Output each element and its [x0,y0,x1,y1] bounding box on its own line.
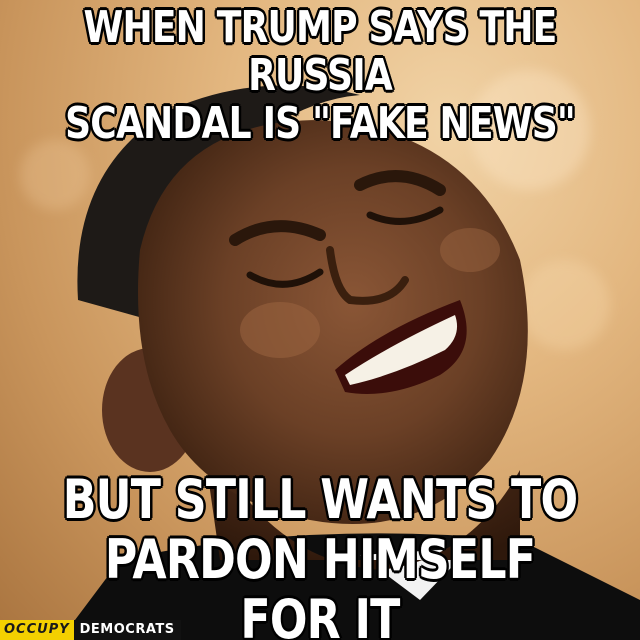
meme-image: WHEN TRUMP SAYS THE RUSSIA SCANDAL IS "F… [0,0,640,640]
watermark: OCCUPY DEMOCRATS [0,620,181,640]
watermark-occupy: OCCUPY [0,620,74,640]
cheek-highlight [240,302,320,358]
bottom-caption: BUT STILL WANTS TO PARDON HIMSELF FOR IT [58,470,583,640]
face-shape [138,120,528,524]
top-caption-line: WHEN TRUMP SAYS THE RUSSIA [83,2,557,101]
watermark-democrats: DEMOCRATS [73,620,181,640]
top-caption-line: SCANDAL IS "FAKE NEWS" [65,98,576,149]
cheek-highlight [440,228,500,272]
top-caption: WHEN TRUMP SAYS THE RUSSIA SCANDAL IS "F… [58,4,583,148]
bottom-caption-line: BUT STILL WANTS TO [62,468,578,531]
